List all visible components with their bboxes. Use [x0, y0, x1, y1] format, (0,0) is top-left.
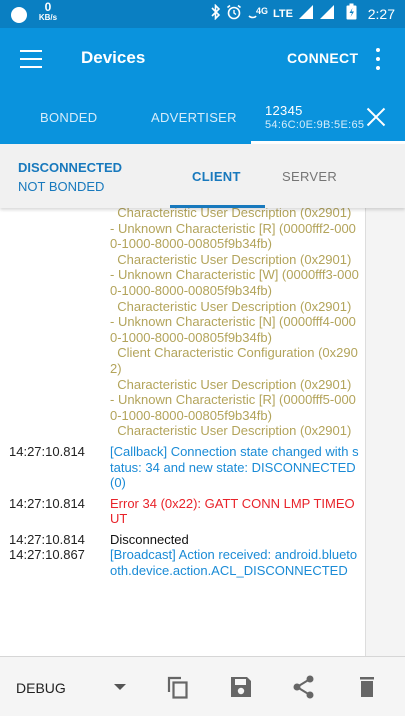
client-tab-indicator [170, 205, 265, 208]
log-service-entry: Characteristic User Description (0x2901)… [0, 208, 365, 439]
connection-state: DISCONNECTED [18, 160, 123, 175]
tab-advertiser[interactable]: ADVERTISER [151, 90, 237, 144]
log-side-panel [365, 208, 405, 656]
service-line: - Unknown Characteristic [R] (0000fff2-0… [110, 220, 356, 252]
network-speed-value: 0 [44, 0, 52, 14]
log-timestamp: 14:27:10.814 [9, 443, 85, 459]
log-timestamp: 14:27:10.867 [9, 547, 85, 563]
share-icon[interactable] [291, 674, 317, 700]
signal-icon [298, 4, 314, 25]
network-speed: 0 KB/s [37, 0, 59, 23]
service-line: Characteristic User Description (0x2901) [110, 208, 352, 220]
log-entry: 14:27:10.814 Disconnected [0, 532, 365, 548]
log-entry: 14:27:10.814 Error 34 (0x22): GATT CONN … [0, 496, 365, 527]
bluetooth-icon [211, 3, 221, 25]
page-title: Devices [81, 48, 146, 67]
close-icon[interactable] [366, 107, 386, 127]
log-message: [Broadcast] Action received: android.blu… [110, 547, 358, 579]
service-line: Characteristic User Description (0x2901) [110, 423, 352, 439]
delete-icon[interactable] [356, 674, 382, 700]
service-line: - Unknown Characteristic [W] (0000fff3-0… [110, 267, 359, 298]
status-icons: 4G LTE [211, 3, 357, 25]
network-type-label: 4G [256, 6, 269, 16]
log-view[interactable]: Characteristic User Description (0x2901)… [0, 208, 365, 656]
device-address: 54:6C:0E:9B:5E:65 [265, 119, 365, 131]
connect-button[interactable]: CONNECT [287, 50, 358, 66]
network-speed-unit: KB/s [38, 13, 58, 22]
menu-icon[interactable] [20, 50, 42, 68]
battery-icon [346, 3, 357, 25]
log-content: Characteristic User Description (0x2901)… [0, 208, 365, 579]
service-line: Characteristic User Description (0x2901) [110, 376, 352, 392]
connection-header: DISCONNECTED NOT BONDED CLIENT SERVER [0, 144, 405, 208]
overflow-menu-icon[interactable] [372, 48, 384, 70]
tab-device[interactable]: 12345 54:6C:0E:9B:5E:65 [265, 90, 364, 144]
service-line: Client Characteristic Configuration (0x2… [110, 345, 358, 376]
bottom-toolbar: DEBUG [0, 656, 405, 716]
alarm-icon [226, 4, 242, 25]
service-line: - Unknown Characteristic [N] (0000fff4-0… [110, 314, 356, 345]
clock: 2:27 [367, 6, 395, 22]
service-line: Characteristic User Description (0x2901) [110, 298, 352, 314]
signal-icon-2 [319, 4, 335, 25]
tab-server[interactable]: SERVER [282, 169, 337, 184]
log-message: Error 34 (0x22): GATT CONN LMP TIMEOUT [110, 495, 355, 527]
device-name: 12345 [265, 103, 303, 118]
service-line: Characteristic User Description (0x2901) [110, 251, 352, 267]
device-tabs: BONDED ADVERTISER 12345 54:6C:0E:9B:5E:6… [0, 90, 405, 144]
log-timestamp: 14:27:10.814 [9, 495, 85, 511]
notification-dot-icon [11, 7, 27, 23]
lte-label: LTE [273, 8, 293, 20]
tab-client[interactable]: CLIENT [192, 169, 241, 184]
log-message: [Callback] Connection state changed with… [110, 443, 360, 491]
log-message: Disconnected [110, 531, 189, 547]
bond-state: NOT BONDED [18, 179, 105, 194]
log-entry: 14:27:10.867 [Broadcast] Action received… [0, 547, 365, 578]
app-bar: Devices CONNECT [0, 28, 405, 90]
dropdown-arrow-icon[interactable] [114, 684, 126, 690]
copy-icon[interactable] [165, 674, 191, 700]
tab-bonded[interactable]: BONDED [40, 90, 97, 144]
service-line: - Unknown Characteristic [R] (0000fff5-0… [110, 392, 356, 423]
save-icon[interactable] [228, 674, 254, 700]
log-level-select[interactable]: DEBUG [16, 680, 66, 696]
log-timestamp: 14:27:10.814 [9, 531, 85, 547]
status-bar: 0 KB/s 4G LTE 2:27 [0, 0, 405, 28]
log-entry: 14:27:10.814 [Callback] Connection state… [0, 444, 365, 491]
